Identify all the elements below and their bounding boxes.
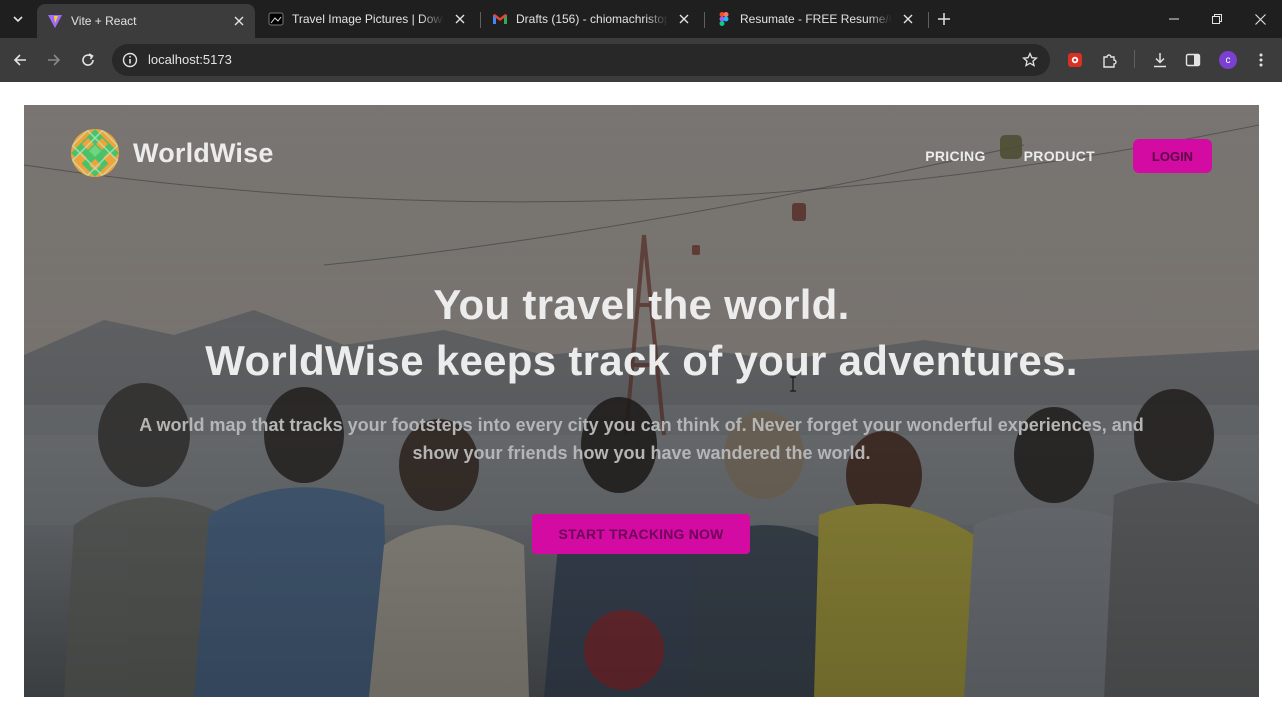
browser-tab-bar: Vite + React Travel Image Pictures | Dow… xyxy=(0,0,1282,38)
close-icon xyxy=(1254,13,1266,25)
reload-button[interactable] xyxy=(74,46,102,74)
back-button[interactable] xyxy=(6,46,34,74)
vite-icon xyxy=(47,13,63,29)
restore-button[interactable] xyxy=(1197,4,1237,34)
tab-divider xyxy=(480,12,481,28)
new-tab-button[interactable] xyxy=(932,7,956,31)
minimize-icon xyxy=(1169,18,1179,20)
main-nav: PRICING PRODUCT xyxy=(925,148,1095,164)
tab-search-button[interactable] xyxy=(6,7,30,31)
gmail-icon xyxy=(492,11,508,27)
headline-line-2: WorldWise keeps track of your adventures… xyxy=(205,337,1078,384)
arrow-right-icon xyxy=(48,54,61,66)
brand-logo[interactable]: WorldWise xyxy=(70,128,274,178)
minimize-button[interactable] xyxy=(1154,4,1194,34)
tab-travel-images[interactable]: Travel Image Pictures | Download xyxy=(258,4,476,34)
close-window-button[interactable] xyxy=(1240,4,1280,34)
plus-icon xyxy=(938,13,950,25)
figma-icon xyxy=(716,11,732,27)
toolbar-divider xyxy=(1134,50,1135,68)
extension-puzzle-red-icon[interactable] xyxy=(1064,49,1086,71)
close-icon[interactable] xyxy=(900,11,916,27)
tab-resumate[interactable]: Resumate - FREE Resume/CV Te xyxy=(706,4,924,34)
tab-title: Vite + React xyxy=(71,14,137,28)
close-icon[interactable] xyxy=(452,11,468,27)
tab-title: Travel Image Pictures | Download xyxy=(292,12,444,26)
nav-pricing-link[interactable]: PRICING xyxy=(925,148,985,164)
arrow-left-icon xyxy=(13,54,26,66)
side-panel-icon[interactable] xyxy=(1182,49,1204,71)
hero-headline: You travel the world. WorldWise keeps tr… xyxy=(24,277,1259,389)
extensions-icon[interactable] xyxy=(1099,49,1121,71)
login-button[interactable]: LOGIN xyxy=(1133,139,1212,173)
tab-gmail-drafts[interactable]: Drafts (156) - chiomachristopher xyxy=(482,4,700,34)
site-info-icon[interactable] xyxy=(120,50,140,70)
tab-title: Drafts (156) - chiomachristopher xyxy=(516,12,668,26)
text-cursor-icon xyxy=(790,376,796,392)
tab-title: Resumate - FREE Resume/CV Te xyxy=(740,12,892,26)
tab-vite-react[interactable]: Vite + React xyxy=(37,4,255,38)
hero-subtext: A world map that tracks your footsteps i… xyxy=(139,415,1144,463)
tab-divider xyxy=(928,12,929,28)
headline-line-1: You travel the world. xyxy=(433,281,850,328)
download-icon[interactable] xyxy=(1149,49,1171,71)
menu-kebab-icon[interactable] xyxy=(1250,49,1272,71)
bookmark-star-icon[interactable] xyxy=(1020,50,1040,70)
forward-button[interactable] xyxy=(40,46,68,74)
profile-avatar[interactable]: c xyxy=(1219,51,1237,69)
unsplash-icon xyxy=(268,11,284,27)
hero-section: WorldWise PRICING PRODUCT LOGIN You trav… xyxy=(24,105,1259,697)
browser-toolbar: localhost:5173 xyxy=(0,38,1282,82)
address-bar[interactable]: localhost:5173 xyxy=(112,44,1050,76)
worldwise-logo-icon xyxy=(71,129,119,177)
tab-divider xyxy=(704,12,705,28)
close-icon[interactable] xyxy=(231,13,247,29)
restore-icon xyxy=(1212,14,1222,24)
close-icon[interactable] xyxy=(676,11,692,27)
reload-icon xyxy=(82,53,94,66)
start-tracking-button[interactable]: START TRACKING NOW xyxy=(532,514,750,554)
hero-background-image xyxy=(24,105,1259,697)
url-text[interactable]: localhost:5173 xyxy=(148,52,232,67)
brand-name: WorldWise xyxy=(133,137,274,168)
nav-product-link[interactable]: PRODUCT xyxy=(1024,148,1095,164)
chevron-down-icon xyxy=(13,16,23,23)
